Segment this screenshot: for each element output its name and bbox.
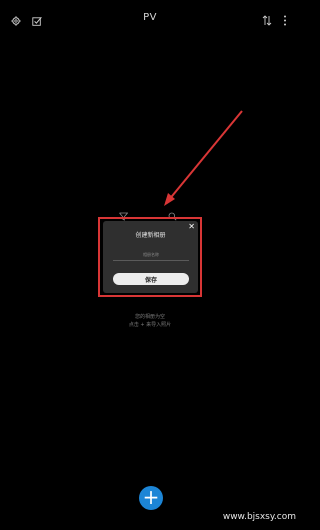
album-name-input[interactable] [113,248,189,261]
plus-icon: + [142,485,160,509]
save-button[interactable]: 保存 [113,273,189,285]
more-icon[interactable] [282,11,288,26]
page-title: PV [143,12,157,23]
add-button[interactable]: + [139,486,163,510]
empty-state-title: 您的相册为空 [134,314,165,320]
top-bar: PV [0,0,300,36]
watermark: www.bjsxsy.com [222,512,296,522]
filter-icon [119,206,129,221]
dialog-title: 创建新相册 [135,232,166,239]
search-icon [168,206,177,221]
sort-icon[interactable] [262,11,272,26]
empty-state-hint: 点击 + 来导入照片 [128,322,172,328]
create-album-dialog: ✕ 创建新相册 保存 [103,221,198,293]
